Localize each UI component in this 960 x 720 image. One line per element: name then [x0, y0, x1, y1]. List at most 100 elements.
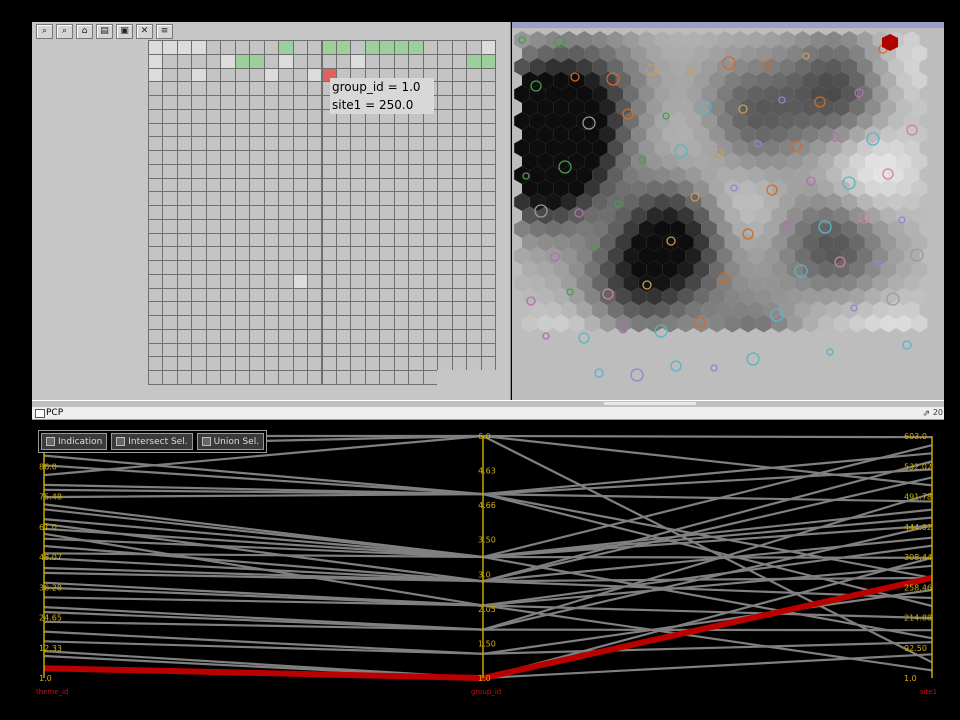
grid-cell[interactable] — [148, 218, 164, 234]
grid-cell[interactable] — [278, 287, 294, 303]
grid-cell[interactable] — [205, 328, 222, 344]
grid-cell[interactable] — [393, 218, 410, 234]
grid-cell[interactable] — [379, 246, 395, 262]
grid-cell[interactable] — [422, 177, 439, 193]
grid-cell[interactable] — [191, 67, 207, 83]
grid-cell[interactable] — [393, 205, 410, 220]
grid-cell[interactable] — [162, 342, 178, 358]
select-icon[interactable]: ✕ — [136, 24, 153, 39]
grid-cell[interactable] — [234, 232, 251, 248]
grid-cell[interactable] — [408, 356, 424, 372]
grid-cell[interactable] — [249, 218, 265, 234]
grid-cell[interactable] — [408, 328, 424, 344]
grid-cell[interactable] — [148, 260, 164, 275]
grid-cell[interactable] — [176, 40, 193, 55]
grid-cell[interactable] — [292, 177, 309, 193]
matrix-grid[interactable] — [148, 40, 496, 385]
grid-cell[interactable] — [278, 136, 294, 152]
grid-cell[interactable] — [437, 287, 453, 303]
grid-cell[interactable] — [466, 40, 482, 55]
grid-cell[interactable] — [162, 108, 178, 124]
grid-cell[interactable] — [205, 301, 222, 317]
grid-cell[interactable] — [335, 136, 352, 152]
grid-cell[interactable] — [480, 273, 496, 289]
grid-cell[interactable] — [249, 356, 265, 372]
grid-cell[interactable] — [148, 315, 164, 330]
grid-cell[interactable] — [278, 246, 294, 262]
grid-cell[interactable] — [408, 301, 424, 317]
grid-cell[interactable] — [451, 95, 468, 110]
grid-cell[interactable] — [205, 232, 222, 248]
grid-cell[interactable] — [437, 273, 453, 289]
grid-cell[interactable] — [466, 205, 482, 220]
grid-cell[interactable] — [350, 205, 366, 220]
grid-cell[interactable] — [292, 191, 309, 207]
grid-cell[interactable] — [205, 53, 222, 69]
grid-cell[interactable] — [364, 273, 381, 289]
grid-cell[interactable] — [408, 122, 424, 138]
grid-cell[interactable] — [263, 315, 280, 330]
grid-cell[interactable] — [350, 177, 366, 193]
grid-cell[interactable] — [393, 260, 410, 275]
grid-cell[interactable] — [249, 273, 265, 289]
grid-cell[interactable] — [379, 370, 395, 385]
grid-cell[interactable] — [249, 177, 265, 193]
grid-cell[interactable] — [292, 273, 309, 289]
grid-cell[interactable] — [437, 260, 453, 275]
grid-cell[interactable] — [379, 301, 395, 317]
grid-cell[interactable] — [480, 53, 496, 69]
grid-cell[interactable] — [466, 95, 482, 110]
grid-cell[interactable] — [480, 191, 496, 207]
grid-cell[interactable] — [263, 328, 280, 344]
grid-cell[interactable] — [162, 232, 178, 248]
grid-cell[interactable] — [422, 260, 439, 275]
grid-cell[interactable] — [162, 191, 178, 207]
grid-cell[interactable] — [263, 150, 280, 165]
grid-cell[interactable] — [422, 122, 439, 138]
grid-cell[interactable] — [292, 287, 309, 303]
grid-cell[interactable] — [263, 301, 280, 317]
grid-cell[interactable] — [451, 177, 468, 193]
grid-cell[interactable] — [335, 232, 352, 248]
grid-cell[interactable] — [148, 40, 164, 55]
grid-cell[interactable] — [307, 163, 323, 179]
grid-cell[interactable] — [278, 205, 294, 220]
grid-cell[interactable] — [191, 108, 207, 124]
grid-cell[interactable] — [263, 40, 280, 55]
grid-cell[interactable] — [176, 287, 193, 303]
grid-cell[interactable] — [321, 342, 337, 358]
grid-cell[interactable] — [162, 205, 178, 220]
grid-cell[interactable] — [480, 370, 496, 385]
grid-cell[interactable] — [148, 191, 164, 207]
grid-cell[interactable] — [408, 191, 424, 207]
grid-cell[interactable] — [364, 287, 381, 303]
grid-cell[interactable] — [379, 328, 395, 344]
grid-cell[interactable] — [278, 81, 294, 97]
grid-cell[interactable] — [466, 246, 482, 262]
grid-cell[interactable] — [451, 150, 468, 165]
grid-cell[interactable] — [335, 150, 352, 165]
grid-cell[interactable] — [480, 315, 496, 330]
grid-cell[interactable] — [466, 273, 482, 289]
grid-cell[interactable] — [451, 136, 468, 152]
grid-cell[interactable] — [176, 273, 193, 289]
grid-cell[interactable] — [249, 246, 265, 262]
grid-cell[interactable] — [176, 342, 193, 358]
grid-cell[interactable] — [437, 328, 453, 344]
grid-cell[interactable] — [335, 122, 352, 138]
grid-cell[interactable] — [292, 95, 309, 110]
grid-cell[interactable] — [176, 232, 193, 248]
grid-cell[interactable] — [278, 342, 294, 358]
grid-cell[interactable] — [466, 150, 482, 165]
grid-cell[interactable] — [350, 218, 366, 234]
grid-cell[interactable] — [249, 40, 265, 55]
grid-cell[interactable] — [350, 342, 366, 358]
grid-cell[interactable] — [335, 53, 352, 69]
grid-cell[interactable] — [422, 191, 439, 207]
grid-cell[interactable] — [148, 232, 164, 248]
grid-cell[interactable] — [364, 328, 381, 344]
grid-cell[interactable] — [466, 122, 482, 138]
grid-cell[interactable] — [480, 342, 496, 358]
grid-cell[interactable] — [364, 191, 381, 207]
grid-cell[interactable] — [191, 260, 207, 275]
